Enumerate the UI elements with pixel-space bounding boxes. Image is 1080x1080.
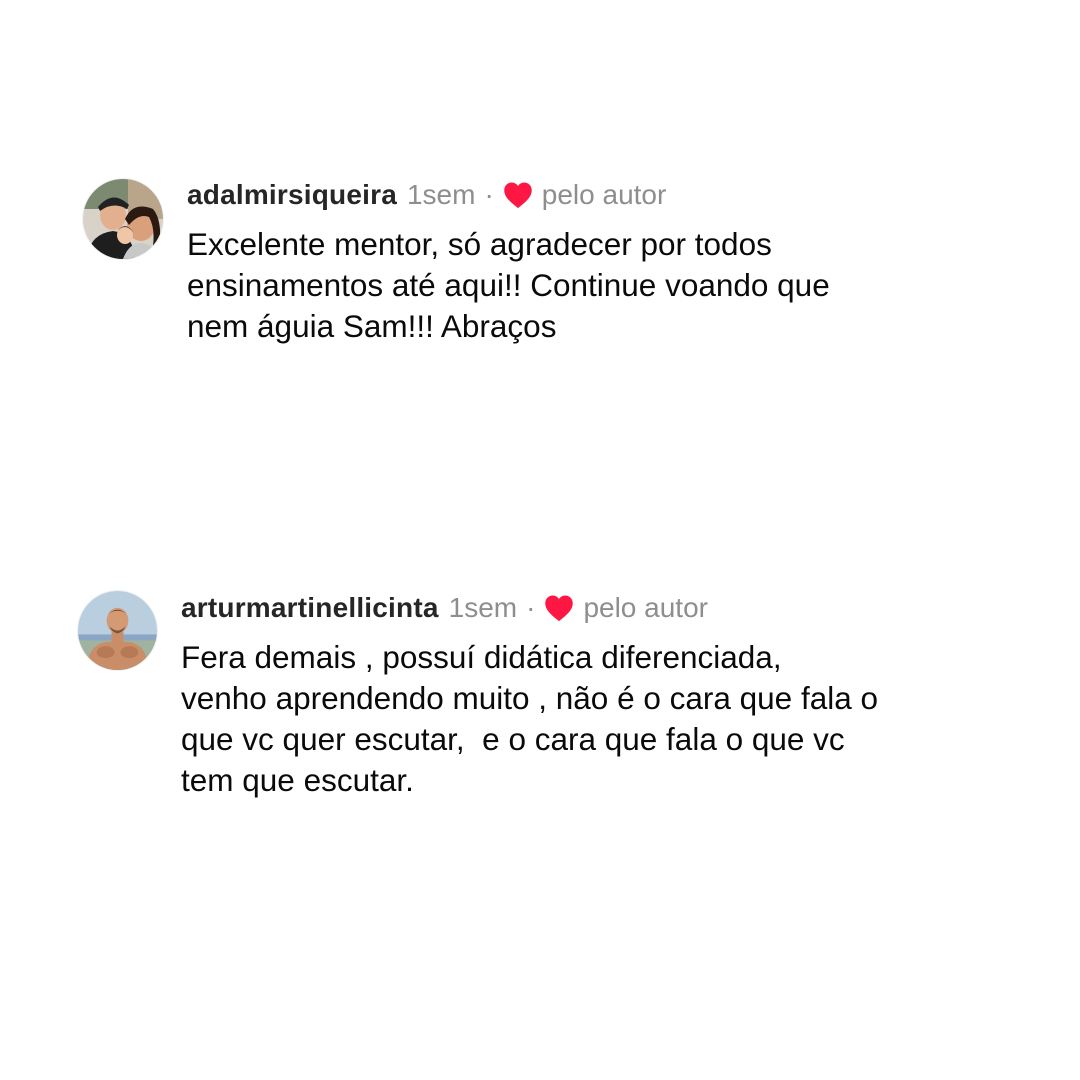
liked-by-author-label: pelo autor [583,592,708,623]
heart-icon [503,181,533,209]
liked-by-author-label: pelo autor [541,179,667,210]
timestamp: 1sem [448,592,518,623]
comment-text: Excelente mentor, só agradecer por todos… [187,226,830,344]
comment-meta: adalmirsiqueira 1sem · pelo autor [187,178,666,212]
separator-dot: · [526,592,536,623]
avatar[interactable] [83,179,163,259]
separator-dot: · [484,179,494,210]
avatar-photo-icon [78,591,157,670]
comment-text: Fera demais , possuí didática diferencia… [181,639,879,798]
timestamp: 1sem [406,179,476,210]
avatar-photo-icon [83,179,163,259]
avatar[interactable] [78,591,157,670]
username[interactable]: arturmartinellicinta [181,591,439,625]
username[interactable]: adalmirsiqueira [187,178,397,212]
comment-meta: arturmartinellicinta 1sem · pelo autor [181,591,708,625]
heart-icon [544,594,574,622]
